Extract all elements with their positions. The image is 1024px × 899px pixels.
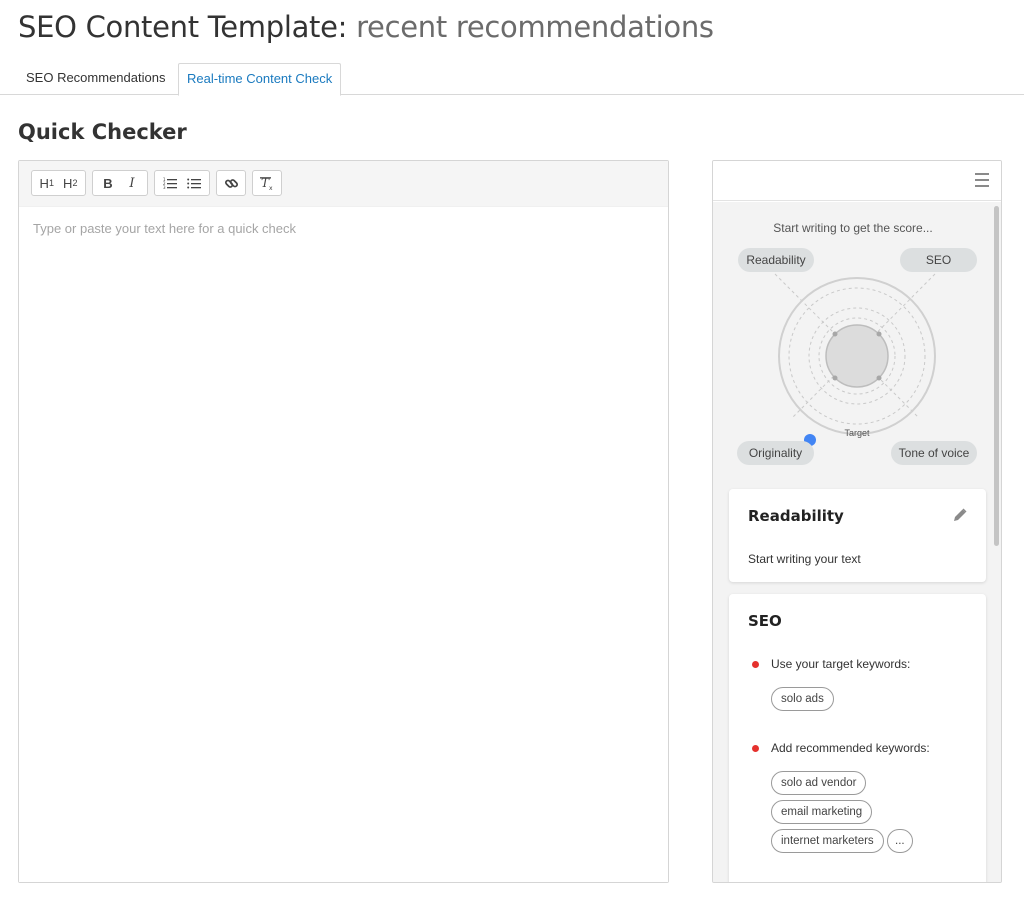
target-keywords-label: Use your target keywords: [771,657,911,671]
axis-seo[interactable]: SEO [900,248,977,272]
tab-seo-recommendations[interactable]: SEO Recommendations [18,63,173,95]
bullet-list-icon [187,178,201,189]
format-group: B I [92,170,148,196]
link-group [216,170,246,196]
keyword-chip[interactable]: solo ad vendor [771,771,867,795]
hamburger-menu-icon[interactable] [975,173,989,187]
page-title-sub: recent recommendations [356,10,714,44]
target-keywords-bullet [752,661,759,668]
editor-toolbar: H1 H2 B I 123 Tx [19,161,668,207]
score-panel-header [713,161,1001,201]
list-group: 123 [154,170,210,196]
quick-check-textarea[interactable] [19,207,668,882]
bullet-list-button[interactable] [182,172,206,194]
clear-format-icon: Tx [260,176,273,191]
section-title: Quick Checker [18,120,187,144]
seo-card: SEO Use your target keywords: solo ads A… [729,594,986,882]
more-keywords-button[interactable]: ... [887,829,913,853]
heading-group: H1 H2 [31,170,86,196]
link-icon [224,178,238,188]
recommended-keywords-bullet [752,745,759,752]
clear-format-button[interactable]: Tx [255,172,279,194]
keyword-chip[interactable]: internet marketers [771,829,884,853]
tab-real-time-content-check[interactable]: Real-time Content Check [178,63,342,96]
h2-button[interactable]: H2 [59,172,83,194]
page-title-main: SEO Content Template: [18,10,348,44]
score-panel-body: Start writing to get the score... Target… [713,202,1001,882]
clear-format-group: Tx [252,170,282,196]
page-title: SEO Content Template: recent recommendat… [18,10,714,44]
readability-title: Readability [748,507,844,525]
recommended-keywords-label: Add recommended keywords: [771,741,930,755]
axis-tone-of-voice[interactable]: Tone of voice [891,441,977,465]
svg-text:x: x [269,185,273,191]
target-label: Target [844,428,870,438]
keyword-chip[interactable]: email marketing [771,800,873,824]
text-editor: H1 H2 B I 123 Tx [18,160,669,883]
ordered-list-button[interactable]: 123 [158,172,182,194]
score-panel: Start writing to get the score... Target… [712,160,1002,883]
readability-text: Start writing your text [748,552,861,566]
readability-card: Readability Start writing your text [729,489,986,582]
score-radar: Target [774,273,936,446]
link-button[interactable] [219,172,243,194]
keyword-chip[interactable]: solo ads [771,687,834,711]
svg-text:3: 3 [163,185,166,189]
italic-button[interactable]: I [120,172,144,194]
axis-readability[interactable]: Readability [738,248,814,272]
bold-button[interactable]: B [96,172,120,194]
ordered-list-icon: 123 [163,177,177,189]
h1-button[interactable]: H1 [35,172,59,194]
axis-originality[interactable]: Originality [737,441,814,465]
tab-bar: SEO Recommendations Real-time Content Ch… [0,63,1024,96]
seo-title: SEO [748,612,782,630]
pencil-icon[interactable] [952,507,968,523]
